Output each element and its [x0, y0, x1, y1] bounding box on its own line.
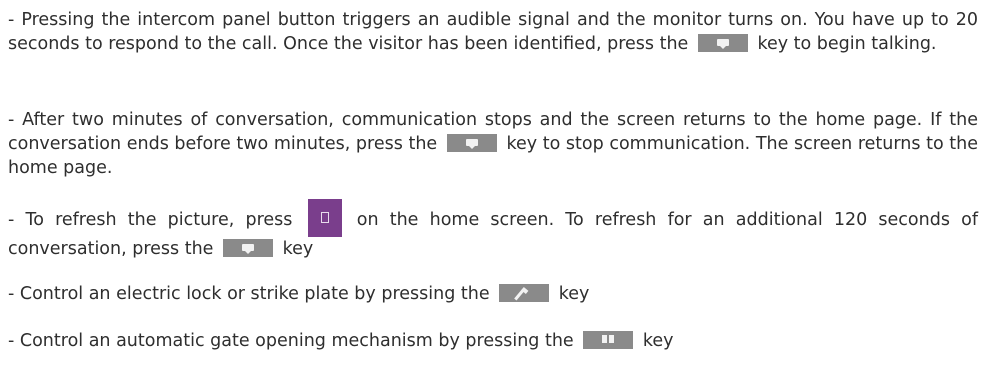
paragraph-text: key to begin talking. [757, 34, 937, 54]
talk-key-icon [697, 34, 748, 52]
lock-release-key-icon [499, 284, 550, 302]
talk-key-icon [223, 239, 274, 257]
paragraph-electric-lock: - Control an electric lock or strike pla… [8, 282, 978, 306]
paragraph-gate-opening: - Control an automatic gate opening mech… [8, 329, 978, 353]
paragraph-answer-call: - Pressing the intercom panel button tri… [8, 8, 978, 56]
refresh-key-icon [307, 199, 342, 237]
paragraph-text: key [282, 239, 314, 259]
paragraph-text: - To refresh the picture, press [8, 210, 293, 230]
paragraph-text: key [642, 331, 674, 351]
paragraph-text: - Control an automatic gate opening mech… [8, 331, 574, 351]
paragraph-text: - Control an electric lock or strike pla… [8, 284, 490, 304]
talk-key-icon [446, 134, 497, 152]
paragraph-refresh: - To refresh the picture, press on the h… [8, 199, 978, 261]
gate-open-key-icon [583, 331, 634, 349]
paragraph-text: key [558, 284, 590, 304]
paragraph-conversation-timeout: - After two minutes of conversation, com… [8, 108, 978, 180]
